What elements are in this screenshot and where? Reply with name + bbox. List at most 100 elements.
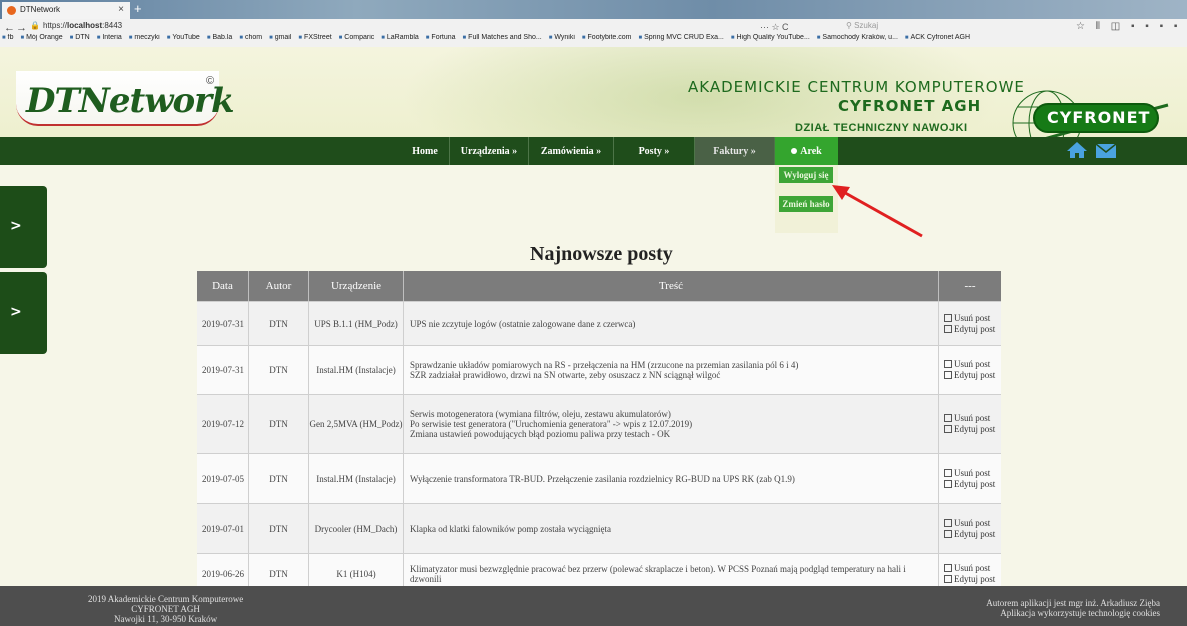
side-panel-toggle-2[interactable]: > (0, 272, 47, 354)
nav-user-menu[interactable]: Arek (775, 137, 838, 165)
table-row: 2019-07-05 DTN Instal.HM (Instalacje) Wyłąc… (197, 453, 1001, 503)
forward-icon[interactable]: → (16, 22, 27, 34)
user-status-icon (791, 148, 798, 154)
row-device: Drycooler (HM_Dach) (309, 504, 404, 553)
bookmark-item[interactable]: Fortuna (426, 34, 456, 41)
favicon-icon (7, 6, 16, 15)
footer-line2: CYFRONET AGH (131, 604, 200, 614)
nav-faktury[interactable]: Faktury » (695, 137, 775, 165)
dtnetwork-logo[interactable]: DTNetwork © (16, 71, 235, 126)
browser-search-input[interactable]: ⚲ Szukaj (846, 21, 996, 33)
delete-post-label: Usuń post (954, 517, 991, 528)
row-actions: Usuń post Edytuj post (939, 504, 1001, 553)
nav-zamowienia[interactable]: Zamówienia » (529, 137, 614, 165)
col-author: Autor (249, 271, 309, 301)
bookmark-item[interactable]: Mój Orange (20, 34, 62, 41)
side-panel-toggle-1[interactable]: > (0, 186, 47, 268)
browser-tab-bar: DTNetwork × + (0, 0, 1187, 19)
delete-post-label: Usuń post (954, 467, 991, 478)
delete-post-button[interactable]: Usuń post (944, 313, 990, 324)
delete-post-button[interactable]: Usuń post (944, 413, 990, 424)
delete-post-button[interactable]: Usuń post (944, 563, 990, 574)
bookmark-item[interactable]: meczyki (129, 34, 160, 41)
page-title: Najnowsze posty (530, 243, 673, 265)
bookmark-item[interactable]: chom (239, 34, 262, 41)
mail-icon[interactable] (1096, 144, 1116, 158)
edit-icon (944, 425, 952, 433)
site-header: DTNetwork © AKADEMICKIE CENTRUM KOMPUTER… (0, 47, 1187, 137)
bookmark-item[interactable]: Interia (97, 34, 122, 41)
header-title-line2: CYFRONET AGH (838, 97, 982, 115)
browser-tab[interactable]: DTNetwork × (2, 2, 130, 19)
delete-post-label: Usuń post (954, 359, 991, 369)
bookmark-item[interactable]: gmail (269, 34, 291, 41)
footer-address: 2019 Akademickie Centrum Komputerowe CYF… (88, 594, 243, 624)
edit-post-button[interactable]: Edytuj post (944, 324, 995, 335)
tab-title: DTNetwork (20, 5, 61, 14)
row-author: DTN (249, 302, 309, 345)
header-title-line3: DZIAŁ TECHNICZNY NAWOJKI (795, 122, 968, 134)
nav-urzadzenia[interactable]: Urządzenia » (450, 137, 529, 165)
edit-icon (944, 479, 952, 488)
logo-text: DTNetwork (26, 81, 235, 121)
close-tab-icon[interactable]: × (118, 4, 124, 15)
bookmark-item[interactable]: Comparic (339, 34, 375, 41)
edit-post-label: Edytuj post (954, 323, 996, 334)
row-actions: Usuń post Edytuj post (939, 346, 1001, 394)
table-row: 2019-07-31 DTN UPS B.1.1 (HM_Podz) UPS nie … (197, 301, 1001, 345)
bookmark-item[interactable]: Wyniki (549, 34, 575, 41)
bookmark-item[interactable]: High Quality YouTube... (731, 34, 810, 41)
row-date: 2019-07-31 (197, 302, 249, 345)
cyfronet-badge: CYFRONET (1033, 103, 1159, 133)
bookmark-item[interactable]: Bab.la (207, 34, 232, 41)
header-title-line1: AKADEMICKIE CENTRUM KOMPUTEROWE (688, 78, 1025, 96)
posts-table: Data Autor Urządzenie Treść --- 2019-07-… (197, 271, 1001, 593)
bookmark-item[interactable]: YouTube (167, 34, 200, 41)
edit-post-button[interactable]: Edytuj post (944, 424, 995, 435)
edit-post-button[interactable]: Edytuj post (944, 370, 995, 381)
cyfronet-logo[interactable]: CYFRONET (1003, 90, 1183, 137)
row-author: DTN (249, 454, 309, 503)
bookmark-item[interactable]: LaRambla (381, 34, 419, 41)
edit-post-button[interactable]: Edytuj post (944, 529, 995, 540)
bookmarks-bar: fb Mój Orange DTN Interia meczyki YouTube Bab.… (0, 34, 1187, 47)
page-actions[interactable]: ··· ☆ C (760, 22, 789, 33)
nav-home[interactable]: Home (401, 137, 450, 165)
url-field[interactable]: 🔒 https://localhost:8443 (30, 21, 260, 32)
bookmark-item[interactable]: fb (2, 34, 13, 41)
site-footer: 2019 Akademickie Centrum Komputerowe CYF… (0, 586, 1187, 626)
row-device: Instal.HM (Instalacje) (309, 454, 404, 503)
delete-post-button[interactable]: Usuń post (944, 518, 990, 529)
edit-icon (944, 574, 952, 583)
edit-icon (944, 371, 952, 379)
bookmark-item[interactable]: Spring MVC CRUD Exa... (639, 34, 724, 41)
footer-line1: 2019 Akademickie Centrum Komputerowe (88, 594, 244, 604)
bookmark-item[interactable]: FXStreet (298, 34, 331, 41)
edit-icon (944, 529, 952, 538)
cyfronet-text: CYFRONET (1047, 108, 1151, 127)
search-icon: ⚲ (846, 21, 855, 30)
edit-post-button[interactable]: Edytuj post (944, 479, 995, 490)
nav-posty[interactable]: Posty » (614, 137, 695, 165)
bookmark-item[interactable]: Footybite.com (582, 34, 632, 41)
bookmark-item[interactable]: ACK Cyfronet AGH (905, 34, 970, 41)
col-content: Treść (404, 271, 939, 301)
row-content: Wyłączenie transformatora TR-BUD. Przełą… (404, 454, 939, 503)
trash-icon (944, 313, 952, 322)
delete-post-button[interactable]: Usuń post (944, 359, 990, 370)
back-icon[interactable]: ← (4, 22, 15, 34)
search-placeholder: Szukaj (854, 21, 879, 30)
delete-post-button[interactable]: Usuń post (944, 468, 990, 479)
edit-post-button[interactable]: Edytuj post (944, 574, 995, 585)
bookmark-item[interactable]: Full Matches and Sho... (463, 34, 542, 41)
bookmark-item[interactable]: Samochody Kraków, u... (817, 34, 898, 41)
new-tab-button[interactable]: + (134, 1, 142, 16)
change-password-button[interactable]: Zmień hasło (779, 196, 833, 212)
logout-button[interactable]: Wyloguj się (779, 167, 833, 183)
home-icon[interactable] (1066, 141, 1088, 159)
main-nav: Home Urządzenia » Zamówienia » Posty » F… (0, 137, 1187, 165)
bookmark-item[interactable]: DTN (70, 34, 90, 41)
trash-icon (944, 468, 952, 477)
url-port: :8443 (102, 21, 123, 30)
extensions-icons[interactable]: ☆ ⫴ ◫ ▪ ▪ ▪ ▪ (1076, 21, 1181, 32)
